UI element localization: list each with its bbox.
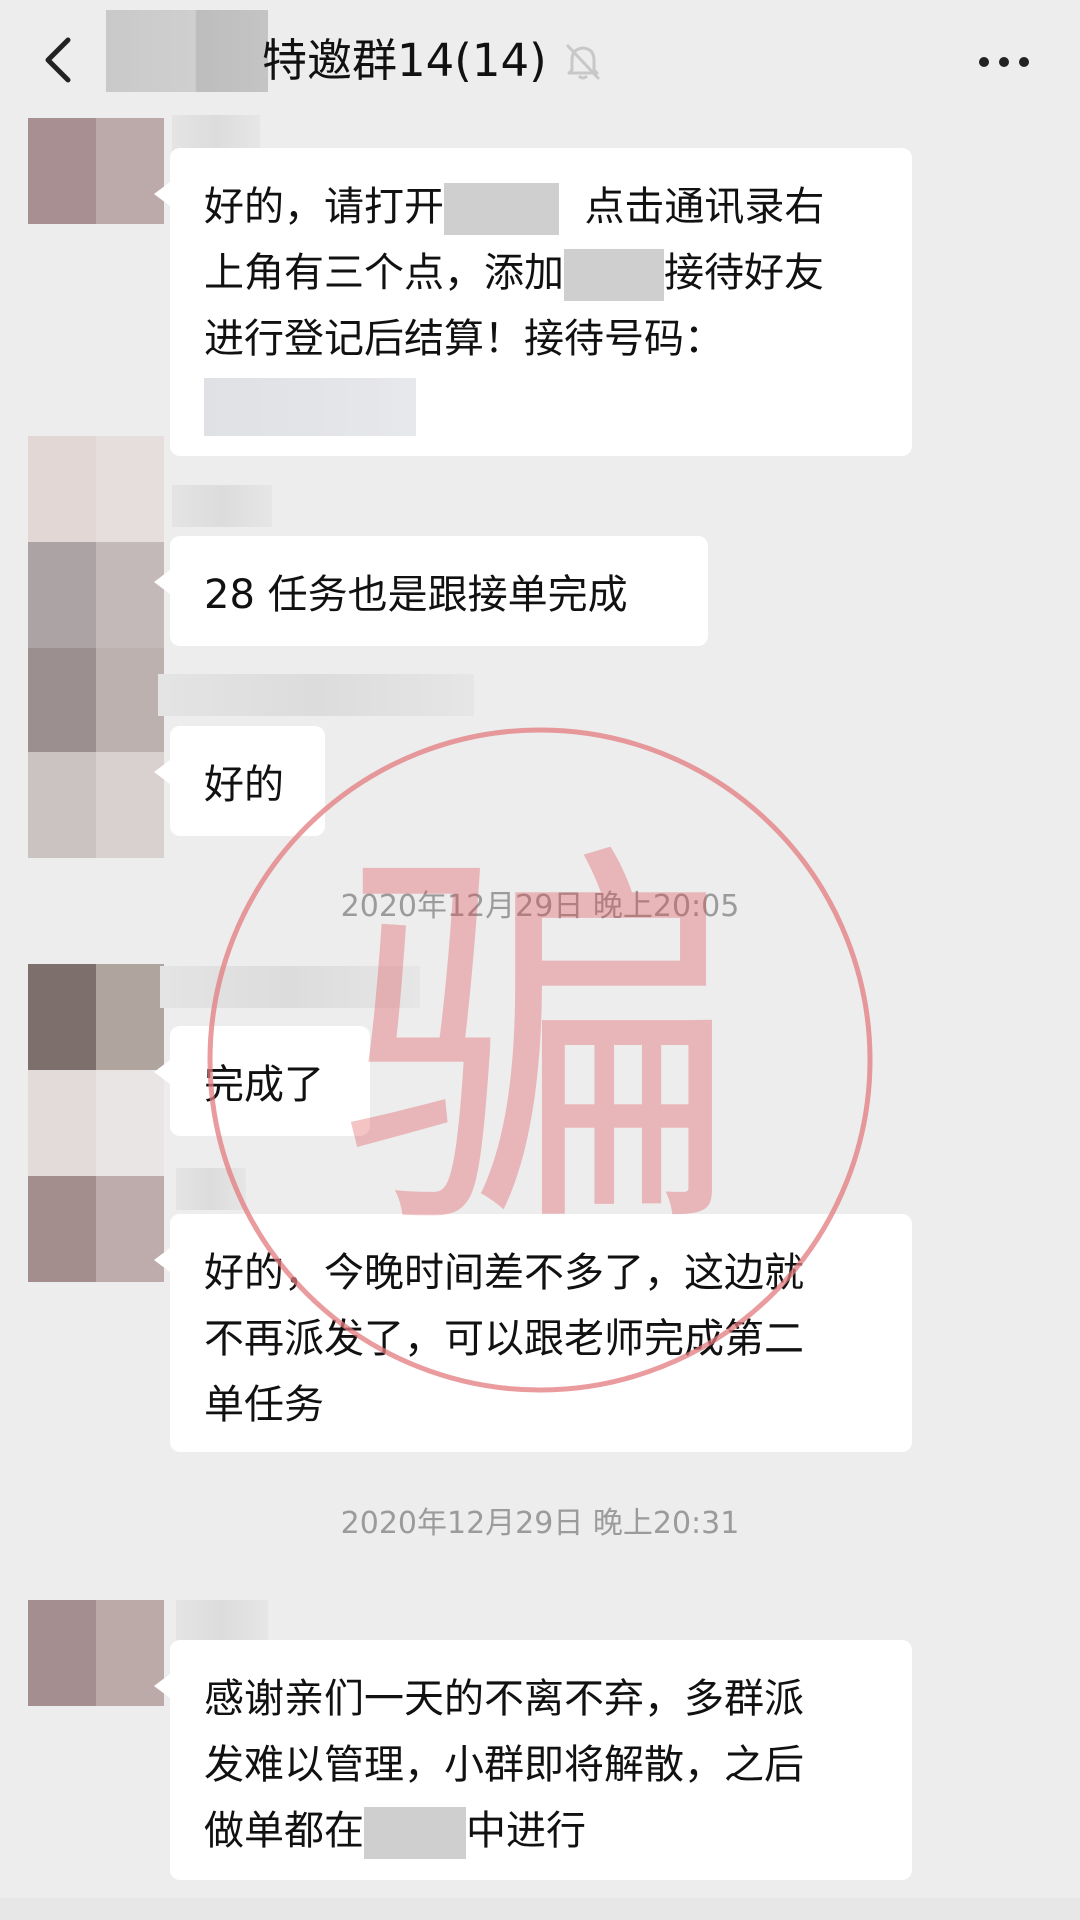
more-dots-icon xyxy=(979,57,1029,67)
message-text: 单任务 xyxy=(204,1382,324,1428)
sender-name-redacted xyxy=(158,674,474,716)
avatar[interactable] xyxy=(28,1070,164,1176)
chat-title: 特邀群14(14) xyxy=(262,34,547,87)
message-text: 中进行 xyxy=(466,1808,586,1854)
avatar[interactable] xyxy=(28,752,164,858)
redacted-text xyxy=(444,183,559,235)
message-text: 不再派发了，可以跟老师完成第二 xyxy=(204,1316,804,1362)
stamp-text: 骗 xyxy=(340,815,740,1280)
bell-off-icon xyxy=(560,38,606,84)
avatar[interactable] xyxy=(28,1176,164,1282)
message-bubble[interactable]: 完成了 xyxy=(154,1026,370,1136)
redacted-number xyxy=(204,378,416,436)
timestamp: 2020年12月29日 晚上20:05 xyxy=(340,889,740,924)
message-text: 做单都在 xyxy=(204,1808,364,1854)
avatar[interactable] xyxy=(28,1600,164,1706)
message-text: 好的 xyxy=(204,762,284,808)
message-text: 上角有三个点，添加 xyxy=(204,250,564,296)
redacted-text xyxy=(564,249,664,301)
bottom-divider xyxy=(0,1898,1080,1920)
chevron-left-icon xyxy=(45,37,71,83)
sender-name-redacted xyxy=(160,966,420,1008)
message-text: 点击通讯录右 xyxy=(584,184,825,230)
avatar[interactable] xyxy=(28,542,164,648)
message-bubble[interactable]: 28 任务也是跟接单完成 xyxy=(154,536,708,646)
message-text: 进行登记后结算！接待号码： xyxy=(204,316,724,362)
sender-name-redacted xyxy=(176,1600,268,1642)
chat-header: 特邀群14(14) xyxy=(0,0,1080,118)
more-options-button[interactable] xyxy=(972,42,1052,82)
avatar[interactable] xyxy=(28,436,164,542)
sender-name-redacted xyxy=(176,1168,246,1210)
message-text: 28 任务也是跟接单完成 xyxy=(204,572,628,618)
message-text: 完成了 xyxy=(204,1062,324,1108)
message-bubble[interactable]: 好的，请打开 点击通讯录右 上角有三个点，添加 接待好友 进行登记后结算！接待号码… xyxy=(154,148,912,456)
group-name-redacted xyxy=(106,10,268,92)
timestamp: 2020年12月29日 晚上20:31 xyxy=(340,1506,740,1541)
avatar[interactable] xyxy=(28,964,164,1070)
redacted-text xyxy=(364,1807,466,1859)
message-text: 接待好友 xyxy=(664,250,824,296)
message-text: 发难以管理，小群即将解散，之后 xyxy=(204,1742,804,1788)
back-button[interactable] xyxy=(30,30,90,90)
avatar[interactable] xyxy=(28,118,164,224)
message-bubble[interactable]: 好的，今晚时间差不多了，这边就 不再派发了，可以跟老师完成第二 单任务 xyxy=(154,1214,912,1452)
message-text: 感谢亲们一天的不离不弃，多群派 xyxy=(204,1676,804,1722)
message-text: 好的，请打开 xyxy=(204,184,444,230)
message-text: 好的，今晚时间差不多了，这边就 xyxy=(204,1250,804,1296)
sender-name-redacted xyxy=(172,485,272,527)
message-bubble[interactable]: 感谢亲们一天的不离不弃，多群派 发难以管理，小群即将解散，之后 做单都在 中进行 xyxy=(154,1640,912,1880)
message-bubble[interactable]: 好的 xyxy=(154,726,325,836)
avatar[interactable] xyxy=(28,648,164,754)
